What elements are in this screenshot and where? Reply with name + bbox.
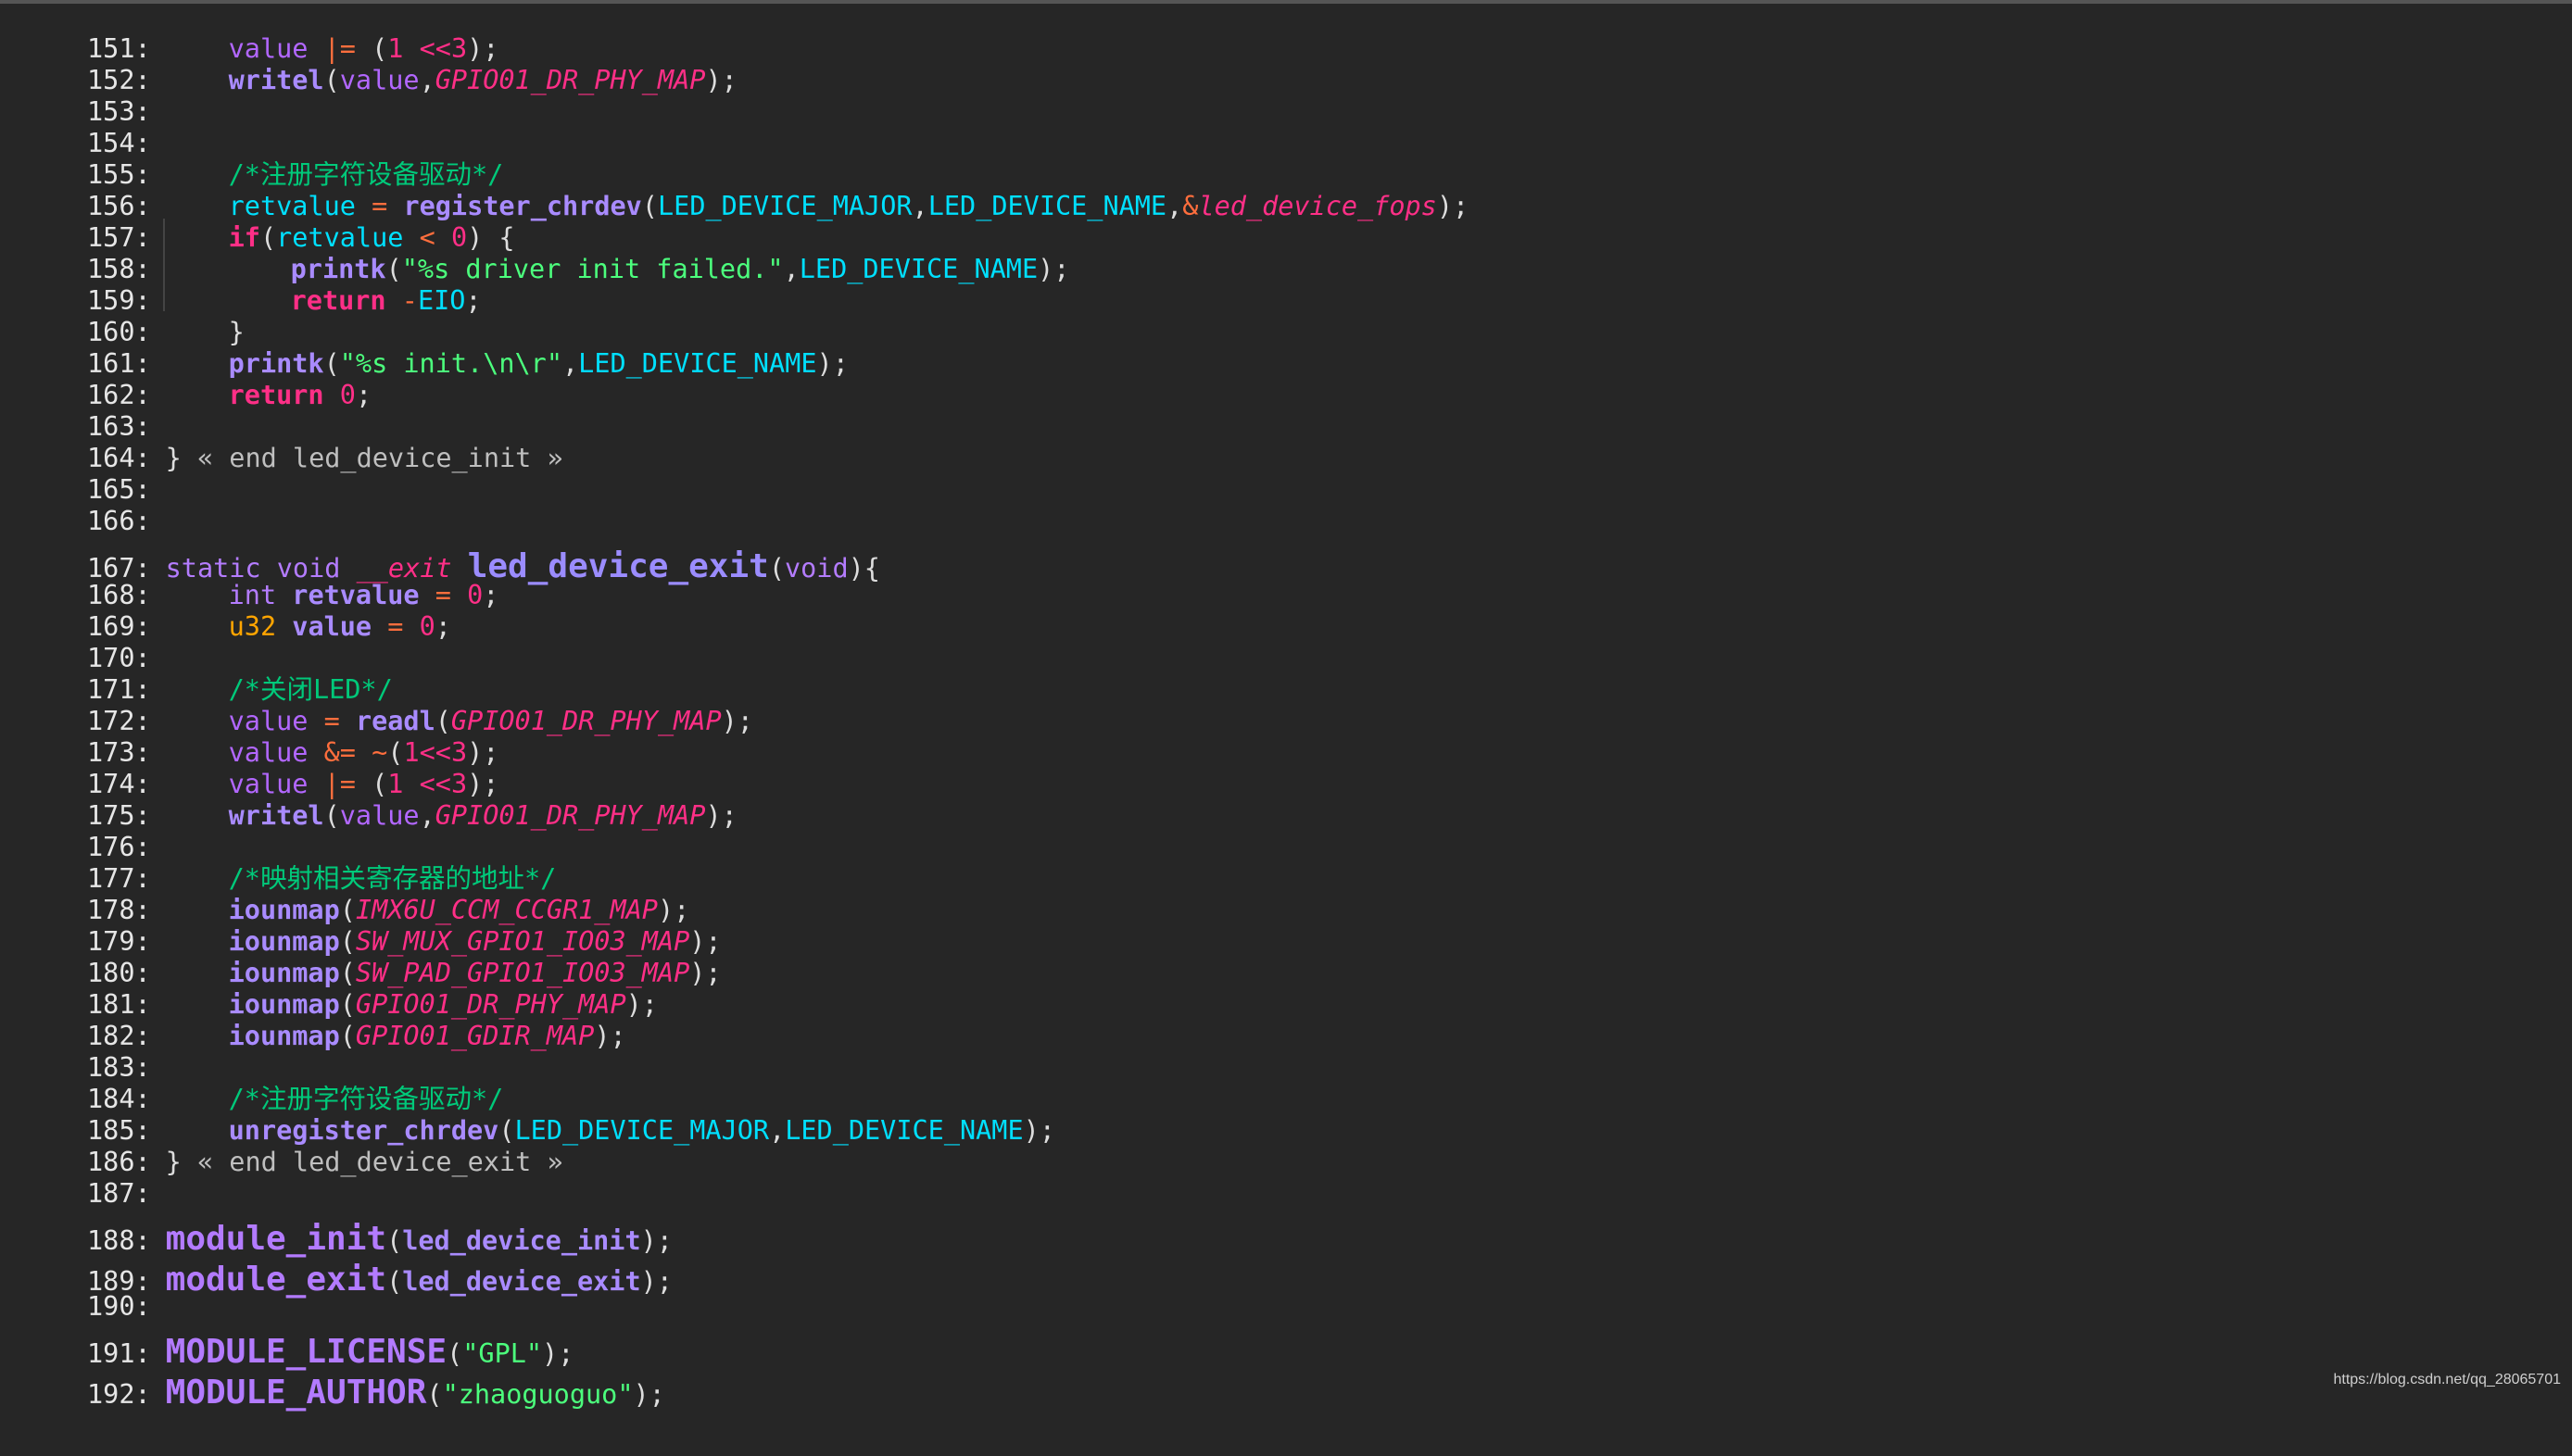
- code-line-161: 161: printk("%s init.\n\r",LED_DEVICE_NAM…: [0, 317, 849, 379]
- code-line-187: 187:: [0, 1147, 166, 1209]
- line-code[interactable]: MODULE_AUTHOR("zhaoguoguo");: [166, 1373, 665, 1415]
- code-line-176: 176:: [0, 800, 166, 862]
- code-line-185: 185: unregister_chrdev(LED_DEVICE_MAJOR,L…: [0, 1084, 1055, 1146]
- code-line-192: 192: MODULE_AUTHOR("zhaoguoguo");: [0, 1332, 665, 1412]
- code-editor[interactable]: 151: value |= (1 <<3); 152: writel(value,G…: [0, 2, 2572, 1412]
- code-line-166: 166:: [0, 474, 166, 536]
- code-line-178: 178: iounmap(IMX6U_CCM_CCGR1_MAP);: [0, 863, 689, 925]
- code-line-151: 151: value |= (1 <<3);: [0, 2, 498, 64]
- code-line-181: 181: iounmap(GPIO01_DR_PHY_MAP);: [0, 958, 658, 1020]
- code-line-153: 153:: [0, 65, 166, 127]
- code-line-174: 174: value |= (1 <<3);: [0, 737, 498, 799]
- code-line-168: 168: int retvalue = 0;: [0, 548, 498, 610]
- code-line-152: 152: writel(value,GPIO01_DR_PHY_MAP);: [0, 33, 738, 95]
- code-line-165: 165:: [0, 443, 166, 505]
- code-line-183: 183:: [0, 1021, 166, 1083]
- code-line-184: 184:/*注册字符设备驱动*/: [0, 1052, 503, 1114]
- code-line-157: 157: if(retvalue < 0) {: [0, 191, 515, 253]
- code-line-159: 159: return -EIO;: [0, 254, 482, 316]
- code-line-158: 158: printk("%s driver init failed.",LED_…: [0, 222, 1069, 284]
- code-line-171: 171:/*关闭LED*/: [0, 643, 393, 705]
- line-code[interactable]: writel(value,GPIO01_DR_PHY_MAP);: [166, 65, 738, 96]
- code-line-154: 154:: [0, 96, 166, 158]
- code-line-155: 155:/*注册字符设备驱动*/: [0, 128, 503, 190]
- line-code[interactable]: return 0;: [166, 380, 372, 411]
- code-line-175: 175: writel(value,GPIO01_DR_PHY_MAP);: [0, 769, 738, 831]
- code-line-162: 162: return 0;: [0, 348, 372, 410]
- code-line-170: 170:: [0, 611, 166, 673]
- code-line-182: 182: iounmap(GPIO01_GDIR_MAP);: [0, 989, 626, 1051]
- fold-marker: « end led_device_init »: [196, 443, 563, 473]
- line-code[interactable]: writel(value,GPIO01_DR_PHY_MAP);: [166, 800, 738, 832]
- line-code[interactable]: } « end led_device_init »: [166, 443, 563, 474]
- fold-marker: « end led_device_exit »: [196, 1147, 563, 1177]
- code-line-180: 180: iounmap(SW_PAD_GPIO1_IO03_MAP);: [0, 926, 722, 988]
- code-line-179: 179: iounmap(SW_MUX_GPIO1_IO03_MAP);: [0, 895, 722, 957]
- code-line-167: 167: static void __exit led_device_exit(v…: [0, 511, 880, 585]
- code-line-156: 156: retvalue = register_chrdev(LED_DEVIC…: [0, 159, 1469, 221]
- line-number: 192:: [87, 1379, 151, 1410]
- code-line-191: 191: MODULE_LICENSE("GPL");: [0, 1291, 574, 1371]
- code-line-172: 172: value = readl(GPIO01_DR_PHY_MAP);: [0, 674, 753, 736]
- code-line-163: 163:: [0, 380, 166, 442]
- code-line-189: 189: module_exit(led_device_exit);: [0, 1219, 673, 1299]
- line-code[interactable]: } « end led_device_exit »: [166, 1147, 563, 1178]
- line-code[interactable]: iounmap(GPIO01_GDIR_MAP);: [166, 1021, 626, 1052]
- watermark-url: https://blog.csdn.net/qq_28065701: [2333, 1372, 2561, 1387]
- line-code[interactable]: u32 value = 0;: [166, 611, 451, 643]
- code-line-164: 164:} « end led_device_init »: [0, 411, 563, 473]
- code-line-188: 188: module_init(led_device_init);: [0, 1178, 673, 1258]
- code-line-173: 173: value &= ~(1<<3);: [0, 706, 498, 768]
- code-line-169: 169: u32 value = 0;: [0, 580, 451, 642]
- code-line-190: 190:: [0, 1260, 166, 1322]
- code-line-160: 160:}: [0, 285, 245, 347]
- code-line-186: 186:} « end led_device_exit »: [0, 1115, 563, 1177]
- code-line-177: 177:/*映射相关寄存器的地址*/: [0, 832, 556, 894]
